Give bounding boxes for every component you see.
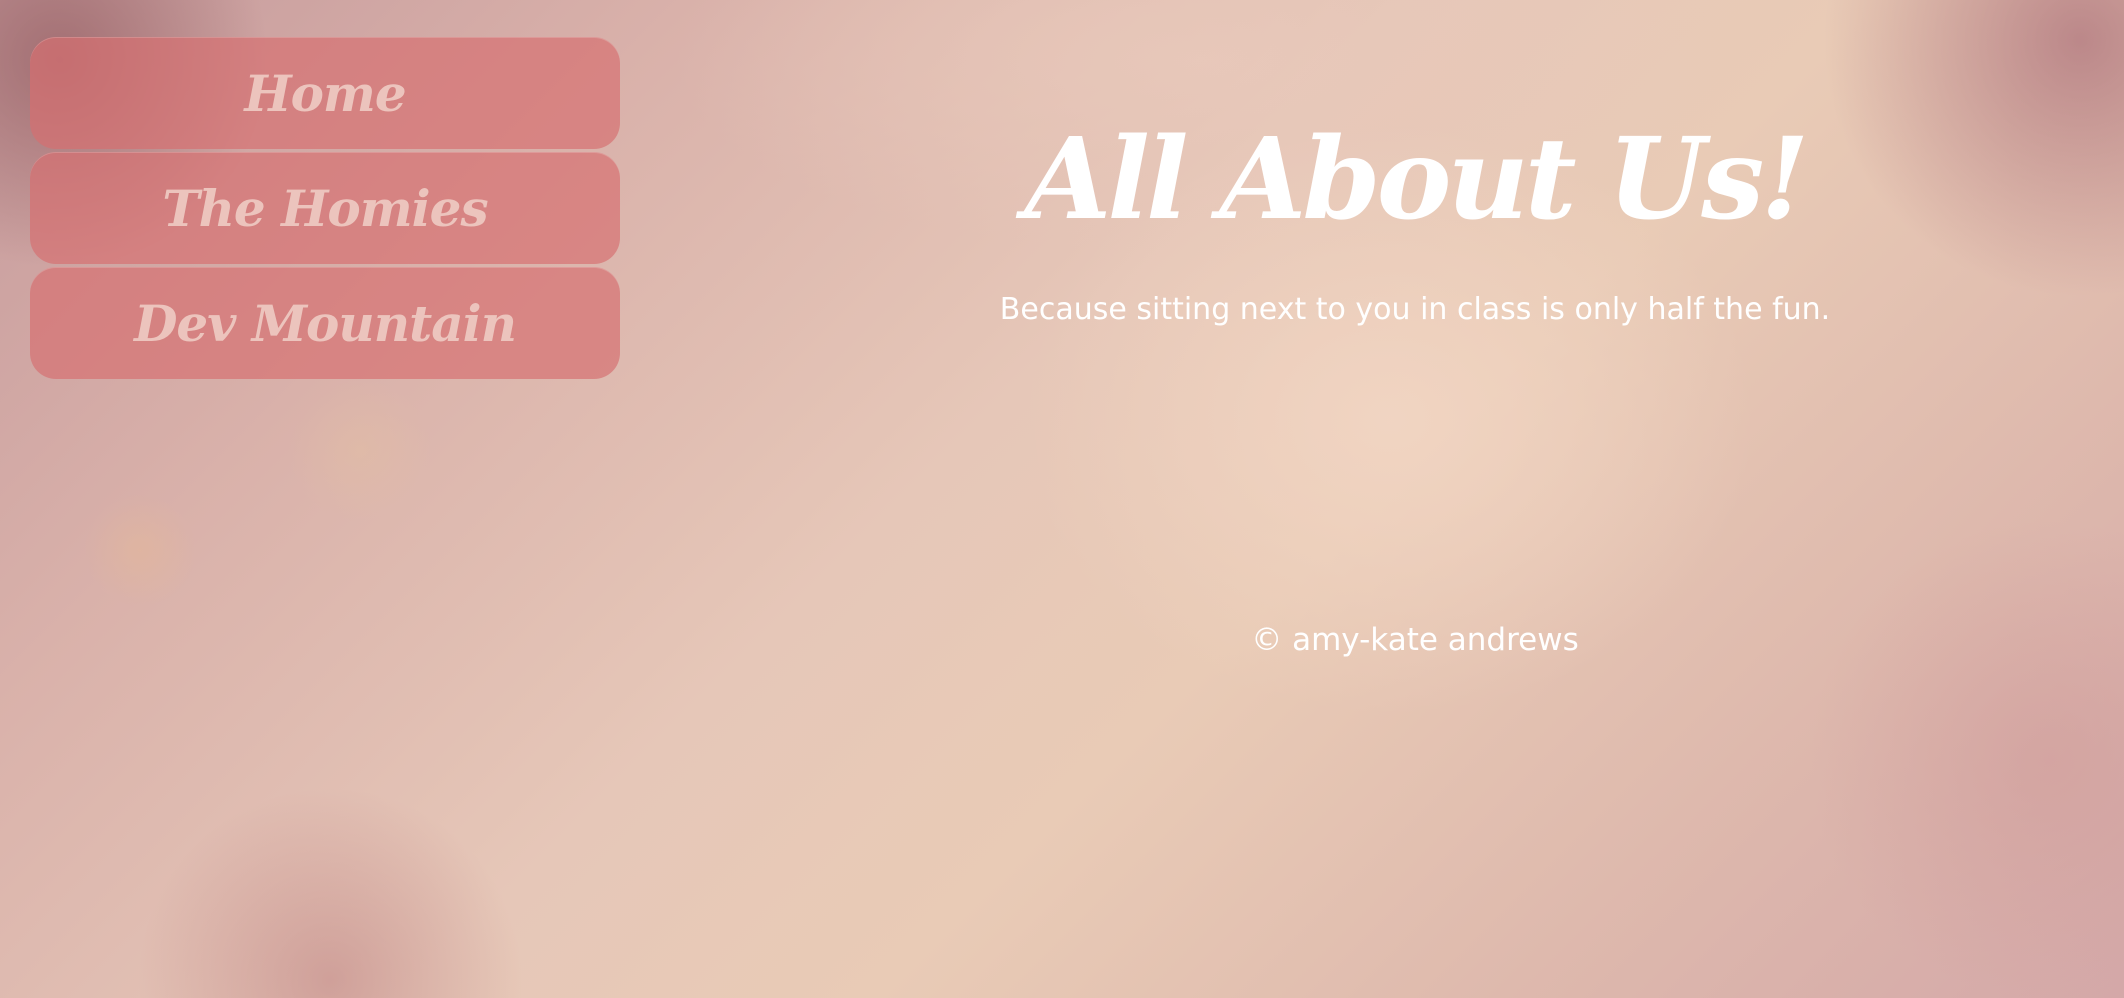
nav-item-label: Dev Mountain [134, 293, 517, 353]
page-title: All About Us! [1024, 114, 1810, 246]
nav-item-label: The Homies [162, 178, 488, 238]
nav-item-dev-mountain[interactable]: Dev Mountain [30, 267, 620, 379]
nav-item-the-homies[interactable]: The Homies [30, 152, 620, 264]
nav-item-label: Home [244, 63, 406, 123]
nav-item-home[interactable]: Home [30, 37, 620, 149]
page-subtitle: Because sitting next to you in class is … [999, 292, 1831, 327]
main-nav: Home The Homies Dev Mountain [30, 37, 620, 382]
footer-copyright: © amy-kate andrews [1251, 622, 1579, 658]
